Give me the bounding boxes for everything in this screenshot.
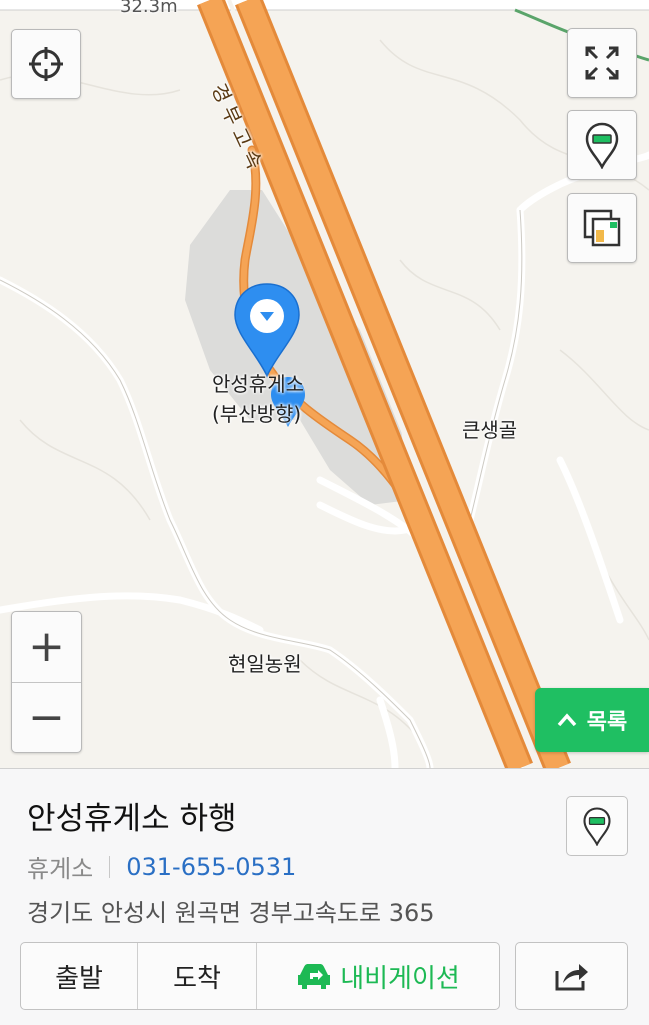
arrive-label: 도착 (173, 963, 221, 994)
car-icon (298, 964, 331, 989)
place-category: 휴게소 (27, 855, 94, 883)
meta-divider (109, 855, 111, 878)
zoom-controls: + − (11, 611, 82, 753)
chevron-up-icon (557, 713, 577, 727)
place-meta: 휴게소 031-655-0531 (27, 849, 296, 884)
navigation-label: 내비게이션 (340, 963, 460, 994)
farm-label: 현일농원 (228, 652, 302, 676)
crosshair-icon (29, 47, 63, 81)
map-pin-icon (585, 122, 619, 169)
scale-label: 32.3m (120, 0, 178, 17)
place-info-panel: 안성휴게소 하행 휴게소 031-655-0531 경기도 안성시 원곡면 경부… (0, 768, 649, 1025)
plus-icon: + (28, 621, 65, 672)
depart-label: 출발 (55, 963, 103, 994)
map-view[interactable]: 32.3m 경부고속 안성휴게소 (부산방향) 큰생골 현일농원 + − 목록 (0, 0, 649, 768)
layers-button[interactable] (567, 193, 637, 263)
place-address: 경기도 안성시 원곡면 경부고속도로 365 (27, 899, 435, 927)
marker-toggle-button[interactable] (567, 110, 637, 180)
arrive-button[interactable]: 도착 (138, 943, 257, 1009)
minus-icon: − (28, 692, 65, 743)
place-title: 안성휴게소 하행 (27, 801, 237, 837)
expand-icon (585, 46, 619, 80)
save-place-button[interactable] (566, 796, 628, 856)
fullscreen-button[interactable] (567, 28, 637, 98)
poi-direction-label: (부산방향) (212, 402, 302, 426)
list-button[interactable]: 목록 (535, 688, 649, 752)
zoom-in-button[interactable]: + (12, 612, 81, 683)
list-button-label: 목록 (586, 710, 628, 735)
share-icon (555, 964, 588, 991)
locate-button[interactable] (11, 29, 81, 99)
village-label: 큰생골 (462, 418, 518, 442)
depart-button[interactable]: 출발 (21, 943, 138, 1009)
zoom-out-button[interactable]: − (12, 683, 81, 753)
poi-name-label: 안성휴게소 (212, 372, 304, 396)
map-pin-icon (583, 807, 611, 846)
map-canvas (0, 0, 649, 768)
route-actions: 출발 도착 내비게이션 (20, 942, 500, 1010)
navigation-button[interactable]: 내비게이션 (257, 943, 499, 1009)
share-button[interactable] (515, 942, 628, 1010)
phone-link[interactable]: 031-655-0531 (126, 853, 296, 881)
layers-icon (583, 209, 621, 247)
